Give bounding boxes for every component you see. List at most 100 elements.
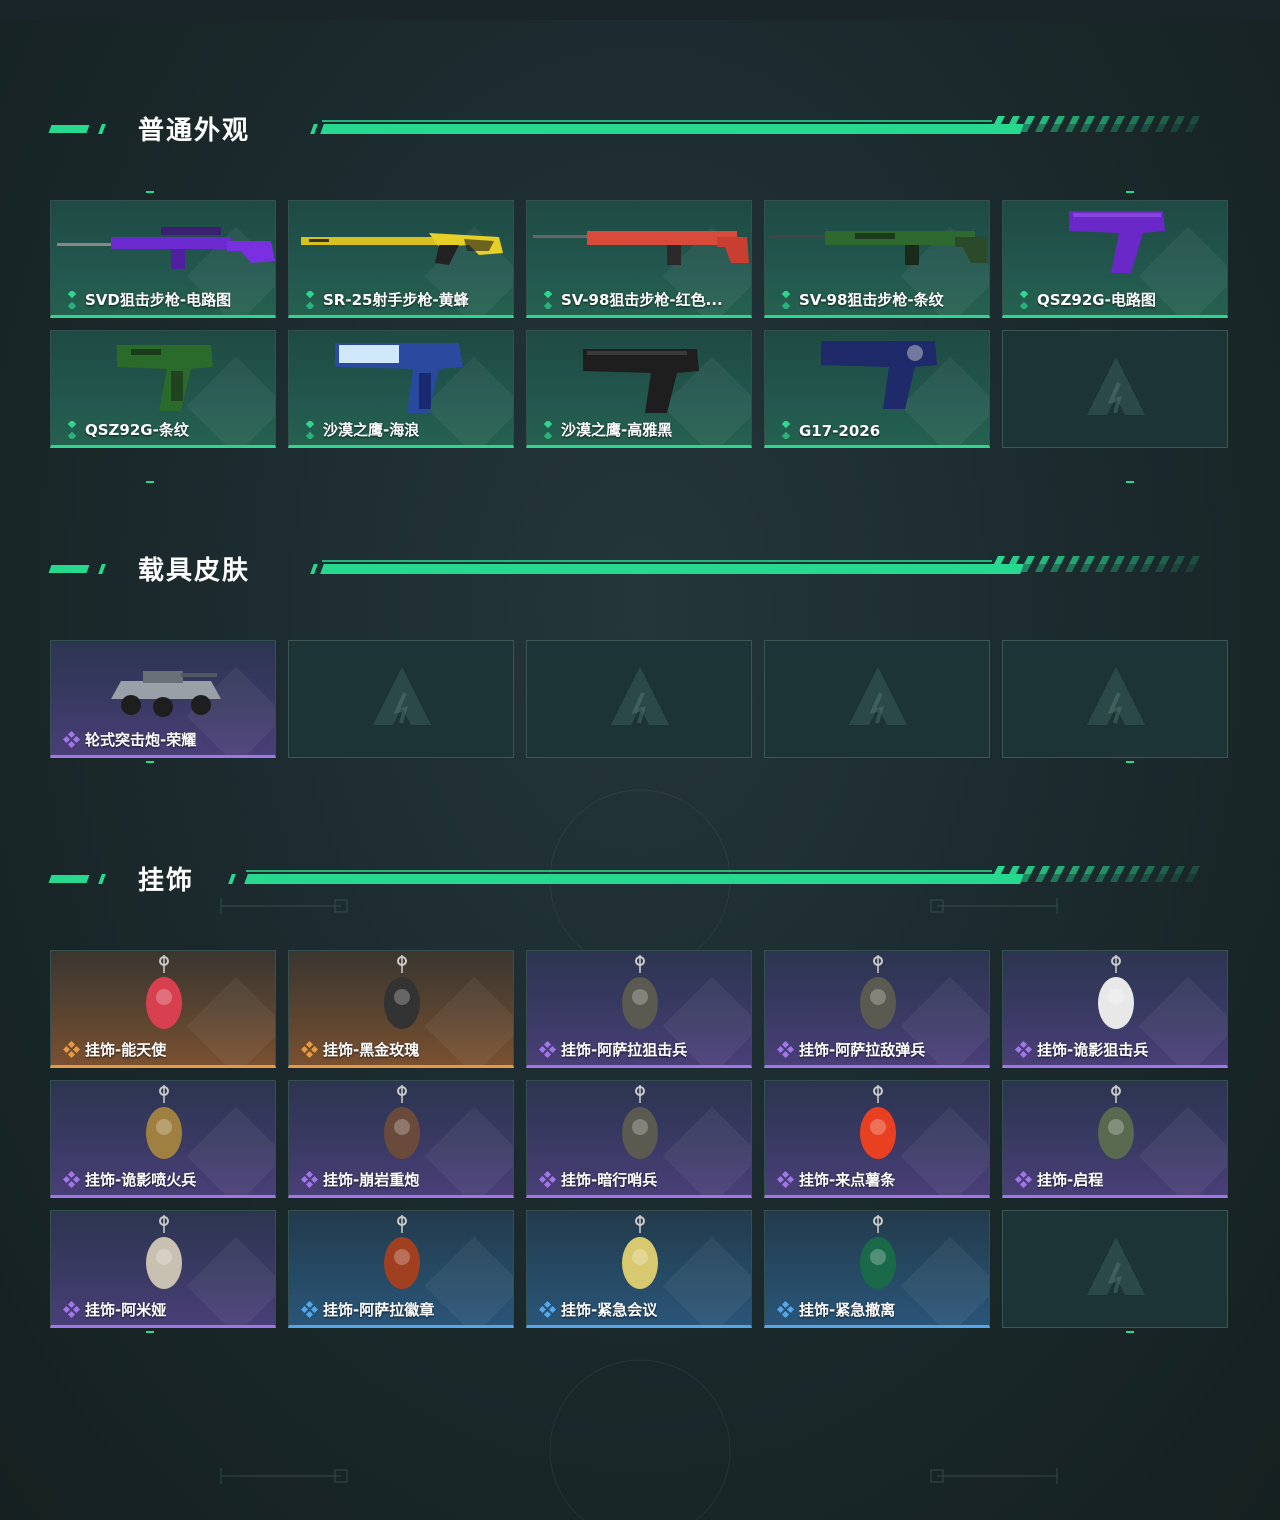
item-card[interactable]: 沙漠之鹰-海浪 [288, 330, 514, 448]
item-card[interactable]: 挂饰-来点薯条 [764, 1080, 990, 1198]
item-label: 挂饰-紧急撤离 [799, 1301, 896, 1319]
item-label: QSZ92G-电路图 [1037, 291, 1156, 309]
item-card[interactable]: 轮式突击炮-荣耀 [50, 640, 276, 758]
sniper-rifle-red-image [527, 201, 751, 291]
item-label: 挂饰-阿萨拉徽章 [323, 1301, 435, 1319]
section-title-vehicles: 载具皮肤 [138, 556, 251, 586]
sniper-rifle-purple-image [51, 201, 275, 291]
header-bar [244, 874, 1024, 884]
rarity-icon [777, 289, 795, 311]
empty-slot [764, 640, 990, 758]
item-label: 挂饰-来点薯条 [799, 1171, 896, 1189]
item-card[interactable]: 挂饰-黑金玫瑰 [288, 950, 514, 1068]
rarity-icon [301, 419, 319, 441]
item-label: 挂饰-能天使 [85, 1041, 167, 1059]
charm-sticker-image [527, 1211, 751, 1301]
armored-vehicle-image [51, 641, 275, 731]
item-card[interactable]: QSZ92G-电路图 [1002, 200, 1228, 318]
rarity-icon [776, 1300, 795, 1319]
item-card[interactable]: 沙漠之鹰-高雅黑 [526, 330, 752, 448]
header-tick [98, 874, 106, 884]
header-line [322, 560, 992, 562]
deagle-black-image [527, 331, 751, 421]
sniper-rifle-camo-image [765, 201, 989, 291]
empty-slot [1002, 1210, 1228, 1328]
rarity-icon [1014, 1040, 1033, 1059]
logo-icon [605, 663, 675, 733]
item-label: SV-98狙击步枪-条纹 [799, 291, 944, 309]
corner-mark [1126, 191, 1134, 193]
item-card[interactable]: 挂饰-能天使 [50, 950, 276, 1068]
charm-card-image [51, 951, 275, 1041]
logo-icon [1081, 663, 1151, 733]
item-card[interactable]: 挂饰-启程 [1002, 1080, 1228, 1198]
item-card[interactable]: 挂饰-紧急会议 [526, 1210, 752, 1328]
rarity-icon [539, 289, 557, 311]
rarity-icon [538, 1040, 557, 1059]
logo-icon [843, 663, 913, 733]
rarity-icon [63, 419, 81, 441]
header-tick [310, 124, 318, 134]
charm-soldier-image [527, 951, 751, 1041]
item-label: 挂饰-阿米娅 [85, 1301, 167, 1319]
empty-slot [1002, 330, 1228, 448]
section-title-weapons: 普通外观 [138, 116, 251, 146]
empty-slot [1002, 640, 1228, 758]
item-card[interactable]: 挂饰-崩岩重炮 [288, 1080, 514, 1198]
rarity-icon [539, 419, 557, 441]
item-card[interactable]: 挂饰-诡影喷火兵 [50, 1080, 276, 1198]
item-card[interactable]: 挂饰-阿萨拉徽章 [288, 1210, 514, 1328]
item-card[interactable]: SV-98狙击步枪-红色... [526, 200, 752, 318]
item-label: 沙漠之鹰-海浪 [323, 421, 420, 439]
rarity-icon [776, 1170, 795, 1189]
corner-mark [146, 761, 154, 763]
item-label: SR-25射手步枪-黄蜂 [323, 291, 469, 309]
corner-mark [1126, 761, 1134, 763]
item-label: SV-98狙击步枪-红色... [561, 291, 723, 309]
item-label: 挂饰-黑金玫瑰 [323, 1041, 420, 1059]
charm-bird-image [1003, 951, 1227, 1041]
charm-box-image [765, 1211, 989, 1301]
header-line [246, 870, 992, 872]
item-card[interactable]: SVD狙击步枪-电路图 [50, 200, 276, 318]
item-card[interactable]: 挂饰-阿米娅 [50, 1210, 276, 1328]
item-label: 沙漠之鹰-高雅黑 [561, 421, 673, 439]
item-card[interactable]: G17-2026 [764, 330, 990, 448]
charm-creature-image [289, 1081, 513, 1171]
item-card[interactable]: 挂饰-诡影狙击兵 [1002, 950, 1228, 1068]
rifle-yellow-image [289, 201, 513, 291]
rarity-icon [1015, 289, 1033, 311]
item-card[interactable]: 挂饰-阿萨拉狙击兵 [526, 950, 752, 1068]
item-label: G17-2026 [799, 422, 881, 440]
corner-mark [1126, 1331, 1134, 1333]
header-dash [48, 565, 90, 573]
charm-soldier-image [527, 1081, 751, 1171]
rarity-icon [62, 730, 81, 749]
deagle-blue-image [289, 331, 513, 421]
rarity-icon [776, 1040, 795, 1059]
corner-mark [1126, 481, 1134, 483]
item-card[interactable]: 挂饰-阿萨拉敌弹兵 [764, 950, 990, 1068]
logo-icon [1081, 353, 1151, 423]
item-card[interactable]: 挂饰-暗行哨兵 [526, 1080, 752, 1198]
header-dash [48, 125, 90, 133]
top-band [0, 0, 1280, 20]
rarity-icon [1014, 1170, 1033, 1189]
checker-pattern [992, 866, 1200, 882]
charm-medal-image [289, 1211, 513, 1301]
item-card[interactable]: SR-25射手步枪-黄蜂 [288, 200, 514, 318]
rarity-icon [62, 1170, 81, 1189]
item-card[interactable]: SV-98狙击步枪-条纹 [764, 200, 990, 318]
pistol-camo-image [51, 331, 275, 421]
header-bar [320, 124, 1024, 134]
rarity-icon [300, 1300, 319, 1319]
corner-mark [146, 191, 154, 193]
header-dash [48, 875, 90, 883]
corner-mark [146, 481, 154, 483]
rarity-icon [62, 1040, 81, 1059]
item-card[interactable]: 挂饰-紧急撤离 [764, 1210, 990, 1328]
charm-bunny-image [51, 1211, 275, 1301]
item-card[interactable]: QSZ92G-条纹 [50, 330, 276, 448]
empty-slot [526, 640, 752, 758]
charm-rose-image [289, 951, 513, 1041]
